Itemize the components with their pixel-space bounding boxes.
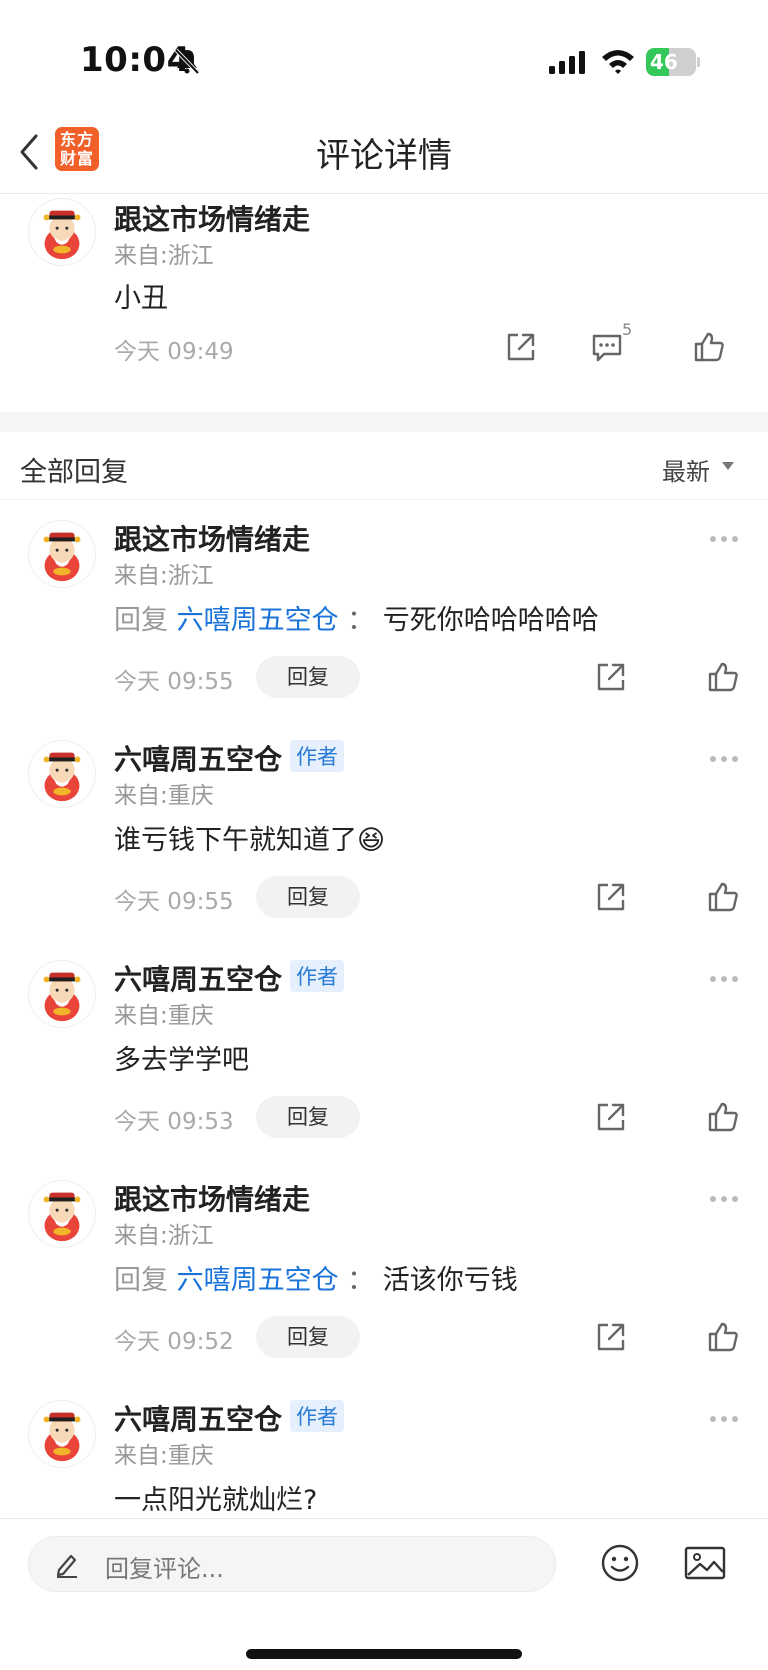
like-icon[interactable] [706,1100,740,1134]
wifi-icon [602,50,634,74]
reply-time: 今天 09:52 [114,1329,234,1355]
share-icon[interactable] [594,1320,628,1354]
reply-body: 活该你亏钱 [382,1265,518,1296]
reply-username[interactable]: 六嘻周五空仓 [114,958,282,998]
more-icon[interactable] [708,534,740,544]
reply-location: 来自:重庆 [114,1443,214,1469]
reply-time: 今天 09:55 [114,669,234,695]
reply-item: 跟这市场情绪走 来自:浙江 回复 六嘻周五空仓 ： 活该你亏钱 今天 09:52… [0,1166,768,1386]
reply-text: 谁亏钱下午就知道了😆 [114,825,386,856]
comment-time: 今天 09:49 [114,339,234,365]
reply-username[interactable]: 六嘻周五空仓 [114,738,282,778]
reply-text: 回复 六嘻周五空仓 ： 亏死你哈哈哈哈哈 [114,598,599,637]
share-icon[interactable] [594,660,628,694]
replies-header: 全部回复 最新 [0,432,768,500]
reply-location: 来自:重庆 [114,1003,214,1029]
reply-body: 亏死你哈哈哈哈哈 [382,605,599,636]
comment-location: 来自:浙江 [114,243,214,269]
reply-separator: ： [347,1265,375,1296]
reply-location: 来自:浙江 [114,1223,214,1249]
like-icon[interactable] [706,1320,740,1354]
comment-text: 小丑 [114,283,168,314]
reply-text: 一点阳光就灿烂? [114,1485,318,1516]
reply-username[interactable]: 跟这市场情绪走 [114,518,310,558]
share-icon[interactable] [594,880,628,914]
reply-separator: ： [347,605,375,636]
more-icon[interactable] [708,754,740,764]
sort-dropdown[interactable]: 最新 [662,452,710,487]
battery-percent: 46 [650,50,678,74]
sort-arrow-icon[interactable] [722,462,734,470]
reply-button[interactable]: 回复 [256,1096,360,1138]
share-icon[interactable] [504,330,538,364]
comment-username[interactable]: 跟这市场情绪走 [114,198,310,238]
signal-icon [549,51,585,74]
bottom-input-bar: 回复评论... [0,1518,768,1670]
avatar[interactable] [28,198,96,266]
nav-bar: 东方 财富 评论详情 [0,110,768,194]
replies-title: 全部回复 [20,457,128,488]
reply-text: 回复 六嘻周五空仓 ： 活该你亏钱 [114,1258,518,1297]
avatar[interactable] [28,520,96,588]
reply-item: 六嘻周五空仓 作者 来自:重庆 谁亏钱下午就知道了😆 今天 09:55 回复 [0,726,768,946]
reply-item: 六嘻周五空仓 作者 来自:重庆 一点阳光就灿烂? [0,1386,768,1518]
reply-target-link[interactable]: 六嘻周五空仓 [177,605,339,636]
main-comment: 跟这市场情绪走 来自:浙江 小丑 今天 09:49 5 [0,194,768,412]
avatar[interactable] [28,960,96,1028]
like-icon[interactable] [706,880,740,914]
reply-username[interactable]: 跟这市场情绪走 [114,1178,310,1218]
reply-prefix: 回复 [114,605,168,636]
avatar[interactable] [28,1180,96,1248]
home-indicator [246,1649,522,1659]
reply-item: 跟这市场情绪走 来自:浙江 回复 六嘻周五空仓 ： 亏死你哈哈哈哈哈 今天 09… [0,506,768,726]
more-icon[interactable] [708,1414,740,1424]
reply-time: 今天 09:53 [114,1109,234,1135]
reply-item: 六嘻周五空仓 作者 来自:重庆 多去学学吧 今天 09:53 回复 [0,946,768,1166]
reply-location: 来自:重庆 [114,783,214,809]
reply-username[interactable]: 六嘻周五空仓 [114,1398,282,1438]
bell-muted-icon [174,48,200,75]
avatar[interactable] [28,1400,96,1468]
avatar[interactable] [28,740,96,808]
reply-input[interactable]: 回复评论... [28,1536,556,1592]
reply-location: 来自:浙江 [114,563,214,589]
battery-indicator: 46 [646,48,700,76]
reply-prefix: 回复 [114,1265,168,1296]
comment-icon[interactable] [590,330,624,364]
more-icon[interactable] [708,974,740,984]
like-icon[interactable] [706,660,740,694]
reply-time: 今天 09:55 [114,889,234,915]
emoji-icon[interactable] [600,1543,640,1583]
share-icon[interactable] [594,1100,628,1134]
comment-count: 5 [622,320,633,339]
section-divider [0,412,768,432]
reply-input-placeholder: 回复评论... [105,1555,224,1583]
reply-button[interactable]: 回复 [256,656,360,698]
author-badge: 作者 [290,1400,344,1432]
author-badge: 作者 [290,740,344,772]
pencil-icon [56,1554,77,1578]
reply-button[interactable]: 回复 [256,876,360,918]
author-badge: 作者 [290,960,344,992]
reply-text: 多去学学吧 [114,1045,249,1076]
reply-target-link[interactable]: 六嘻周五空仓 [177,1265,339,1296]
reply-button[interactable]: 回复 [256,1316,360,1358]
page-title: 评论详情 [316,136,452,176]
image-icon[interactable] [684,1545,726,1581]
status-bar: 10:04 46 [0,0,768,110]
more-icon[interactable] [708,1194,740,1204]
like-icon[interactable] [692,330,726,364]
